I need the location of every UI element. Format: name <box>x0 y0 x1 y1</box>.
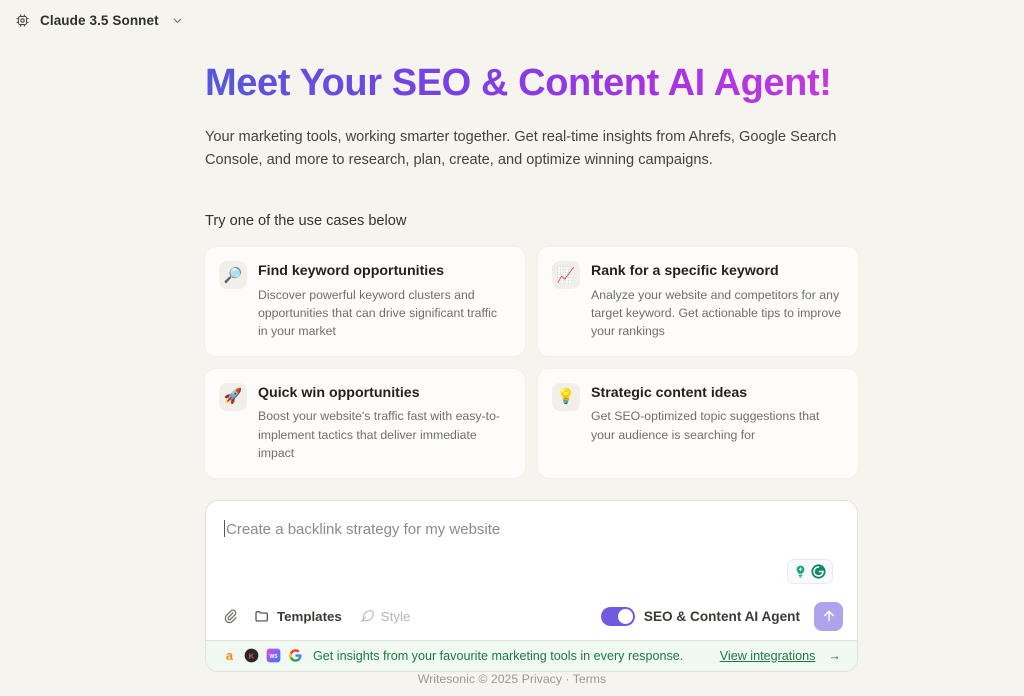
style-label: Style <box>380 608 411 624</box>
prompt-input[interactable]: Create a backlink strategy for my websit… <box>206 501 857 593</box>
use-case-card-find-keyword-opportunities[interactable]: 🔎 Find keyword opportunities Discover po… <box>205 247 525 356</box>
integrations-bar: a K WS Get insights from your favourite … <box>206 639 857 671</box>
lightbulb-icon: 💡 <box>552 382 580 411</box>
card-title: Find keyword opportunities <box>258 263 445 280</box>
view-integrations-link[interactable]: View integrations <box>720 649 816 663</box>
paperclip-icon <box>224 609 237 624</box>
agent-toggle[interactable] <box>600 606 635 626</box>
footer: Writesonic © 2025 Privacy · Terms <box>0 672 1024 686</box>
use-cases-label: Try one of the use cases below <box>205 213 407 230</box>
chevron-down-icon[interactable] <box>171 14 184 27</box>
agent-toggle-label: SEO & Content AI Agent <box>643 608 800 624</box>
model-name: Claude 3.5 Sonnet <box>40 12 159 28</box>
main-content: Meet Your SEO & Content AI Agent! Your m… <box>205 0 858 672</box>
use-case-card-quick-win-opportunities[interactable]: 🚀 Quick win opportunities Boost your web… <box>205 368 525 478</box>
attach-button[interactable] <box>222 608 238 624</box>
model-selector[interactable]: Claude 3.5 Sonnet <box>9 10 190 31</box>
grammarly-badge[interactable] <box>787 558 833 584</box>
composer: Create a backlink strategy for my websit… <box>205 499 858 672</box>
chip-icon <box>16 13 29 27</box>
svg-text:K: K <box>249 652 255 661</box>
card-description: Get SEO-optimized topic suggestions that… <box>591 409 820 442</box>
klaviyo-logo: K <box>244 648 259 663</box>
svg-text:WS: WS <box>269 654 278 660</box>
ahrefs-logo: a <box>226 649 234 663</box>
templates-button[interactable]: Templates <box>254 608 342 624</box>
toggle-knob <box>617 608 633 624</box>
wordpress-logo: WS <box>266 648 281 663</box>
integration-logos: a K WS <box>222 648 303 663</box>
templates-label: Templates <box>277 608 342 624</box>
grammarly-suggestion-icon[interactable] <box>793 564 808 579</box>
footer-terms-link[interactable]: Terms <box>573 672 606 686</box>
use-case-card-strategic-content-ideas[interactable]: 💡 Strategic content ideas Get SEO-optimi… <box>538 368 858 478</box>
text-caret <box>224 519 225 537</box>
app-root: Claude 3.5 Sonnet Meet Your SEO & Conten… <box>0 0 1024 696</box>
page-title: Meet Your SEO & Content AI Agent! <box>205 62 858 105</box>
card-title: Rank for a specific keyword <box>591 263 779 280</box>
google-logo <box>289 649 302 662</box>
footer-brand: Writesonic © 2025 <box>417 672 519 686</box>
card-title: Strategic content ideas <box>591 384 748 401</box>
footer-privacy-link[interactable]: Privacy <box>522 672 562 686</box>
svg-text:a: a <box>226 649 234 663</box>
use-case-grid: 🔎 Find keyword opportunities Discover po… <box>205 247 858 478</box>
card-description: Analyze your website and competitors for… <box>591 287 842 339</box>
page-subtitle: Your marketing tools, working smarter to… <box>205 128 837 169</box>
arrow-right-icon: → <box>828 648 841 663</box>
feather-icon <box>360 610 374 623</box>
footer-separator: · <box>565 672 570 686</box>
magnifier-icon: 🔎 <box>219 261 247 290</box>
rocket-icon: 🚀 <box>219 382 247 411</box>
send-button[interactable] <box>814 601 843 631</box>
card-description: Boost your website's traffic fast with e… <box>258 409 501 461</box>
use-case-card-rank-for-a-specific-keyword[interactable]: 📈 Rank for a specific keyword Analyze yo… <box>538 247 858 356</box>
integrations-text: Get insights from your favourite marketi… <box>313 648 684 663</box>
chart-up-icon: 📈 <box>552 261 580 290</box>
prompt-placeholder: Create a backlink strategy for my websit… <box>226 520 501 538</box>
card-title: Quick win opportunities <box>258 384 420 401</box>
composer-toolbar: Templates Style SEO & Content AI Agent <box>206 593 857 640</box>
style-button[interactable]: Style <box>358 608 411 624</box>
folder-icon <box>255 611 268 622</box>
card-description: Discover powerful keyword clusters and o… <box>258 287 498 339</box>
grammarly-logo-icon[interactable] <box>810 563 827 580</box>
arrow-up-icon <box>823 610 834 622</box>
